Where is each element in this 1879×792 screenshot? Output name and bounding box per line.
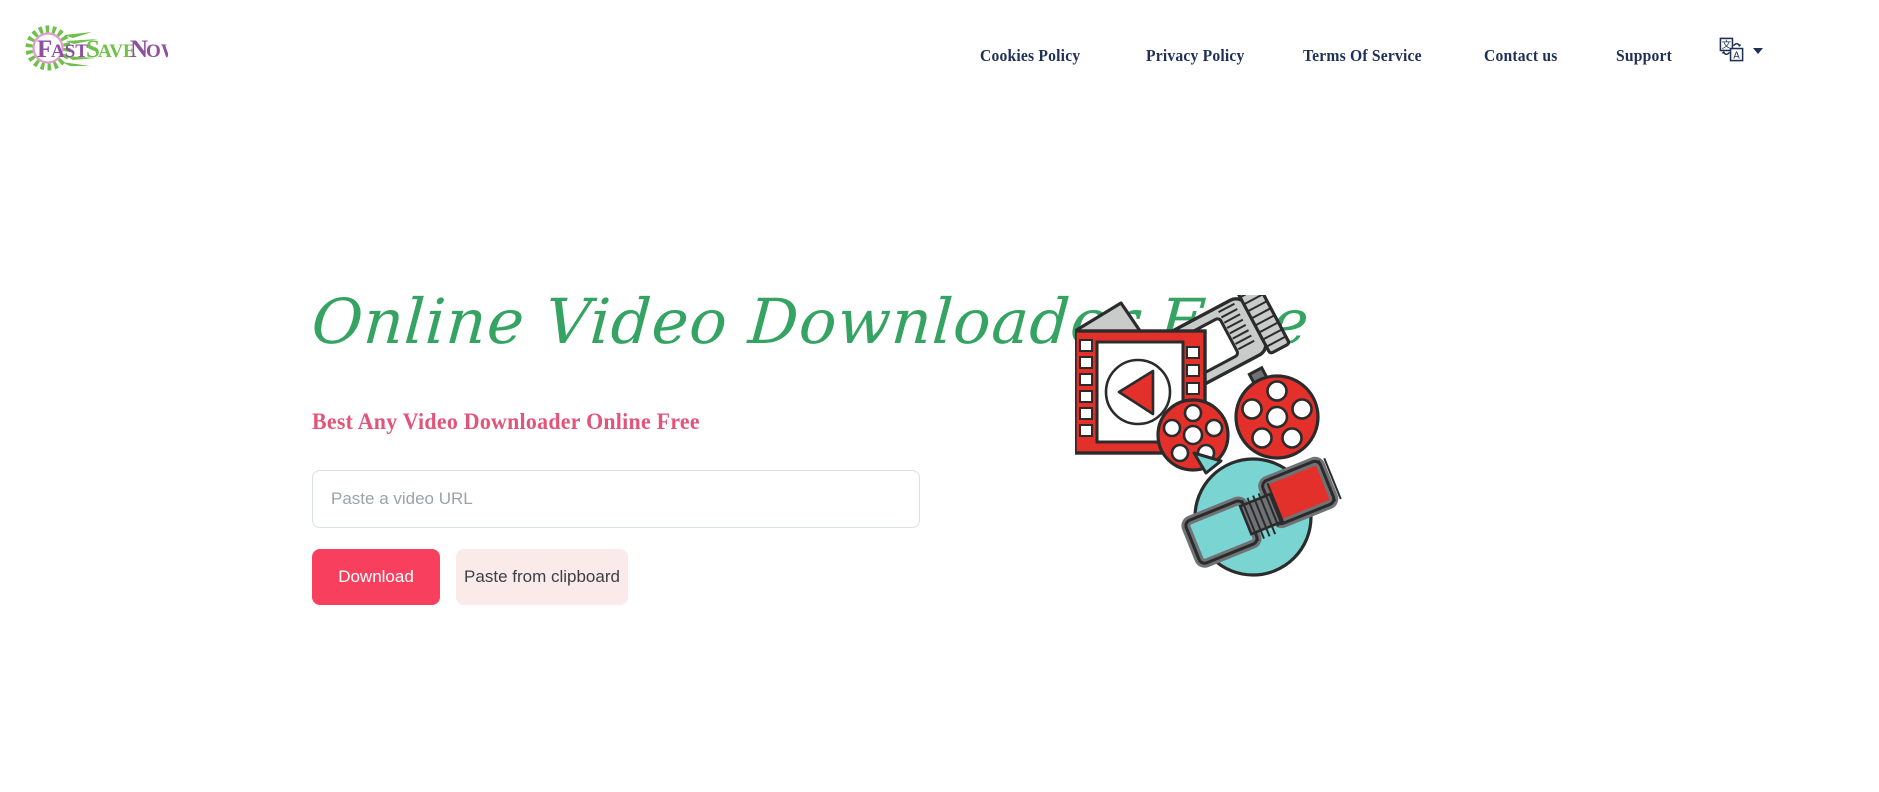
site-header: F AST S AVE N OW Cookies Policy Privacy … (0, 0, 1879, 96)
nav-item-terms-of-service[interactable]: Terms Of Service (1303, 46, 1422, 66)
language-switcher[interactable]: 文 A (1718, 36, 1763, 63)
translate-icon: 文 A (1719, 37, 1744, 61)
logo-text-ast: AST (51, 41, 88, 62)
illustration-graphic (1075, 295, 1342, 577)
teal-filmstrip-bubble-icon (1181, 451, 1342, 577)
logo-text-fast: F (37, 36, 52, 63)
chevron-down-icon (1753, 47, 1763, 54)
page-title: Online Video Downloader Free (309, 285, 1313, 358)
video-downloader-illustration (1075, 295, 1425, 595)
nav-item-cookies-policy[interactable]: Cookies Policy (980, 46, 1080, 66)
download-button[interactable]: Download (312, 549, 440, 606)
nav-item-support[interactable]: Support (1616, 46, 1672, 66)
nav-item-contact-us[interactable]: Contact us (1484, 46, 1558, 66)
page-subtitle: Best Any Video Downloader Online Free (312, 409, 700, 435)
page-root: F AST S AVE N OW Cookies Policy Privacy … (0, 0, 1879, 792)
paste-from-clipboard-button[interactable]: Paste from clipboard (456, 549, 628, 606)
logo-graphic: F AST S AVE N OW (25, 25, 180, 71)
action-buttons: Download Paste from clipboard (312, 549, 952, 606)
nav-item-privacy-policy[interactable]: Privacy Policy (1146, 46, 1245, 66)
svg-text:A: A (1733, 50, 1740, 61)
hero-section: Online Video Downloader Free Best Any Vi… (309, 285, 1313, 606)
logo-text-ow: OW (146, 41, 168, 62)
search-input[interactable] (312, 470, 920, 529)
site-logo[interactable]: F AST S AVE N OW (18, 22, 180, 74)
film-reel-large-icon (1234, 374, 1320, 460)
main-navigation: Cookies Policy Privacy Policy Terms Of S… (980, 46, 1677, 66)
